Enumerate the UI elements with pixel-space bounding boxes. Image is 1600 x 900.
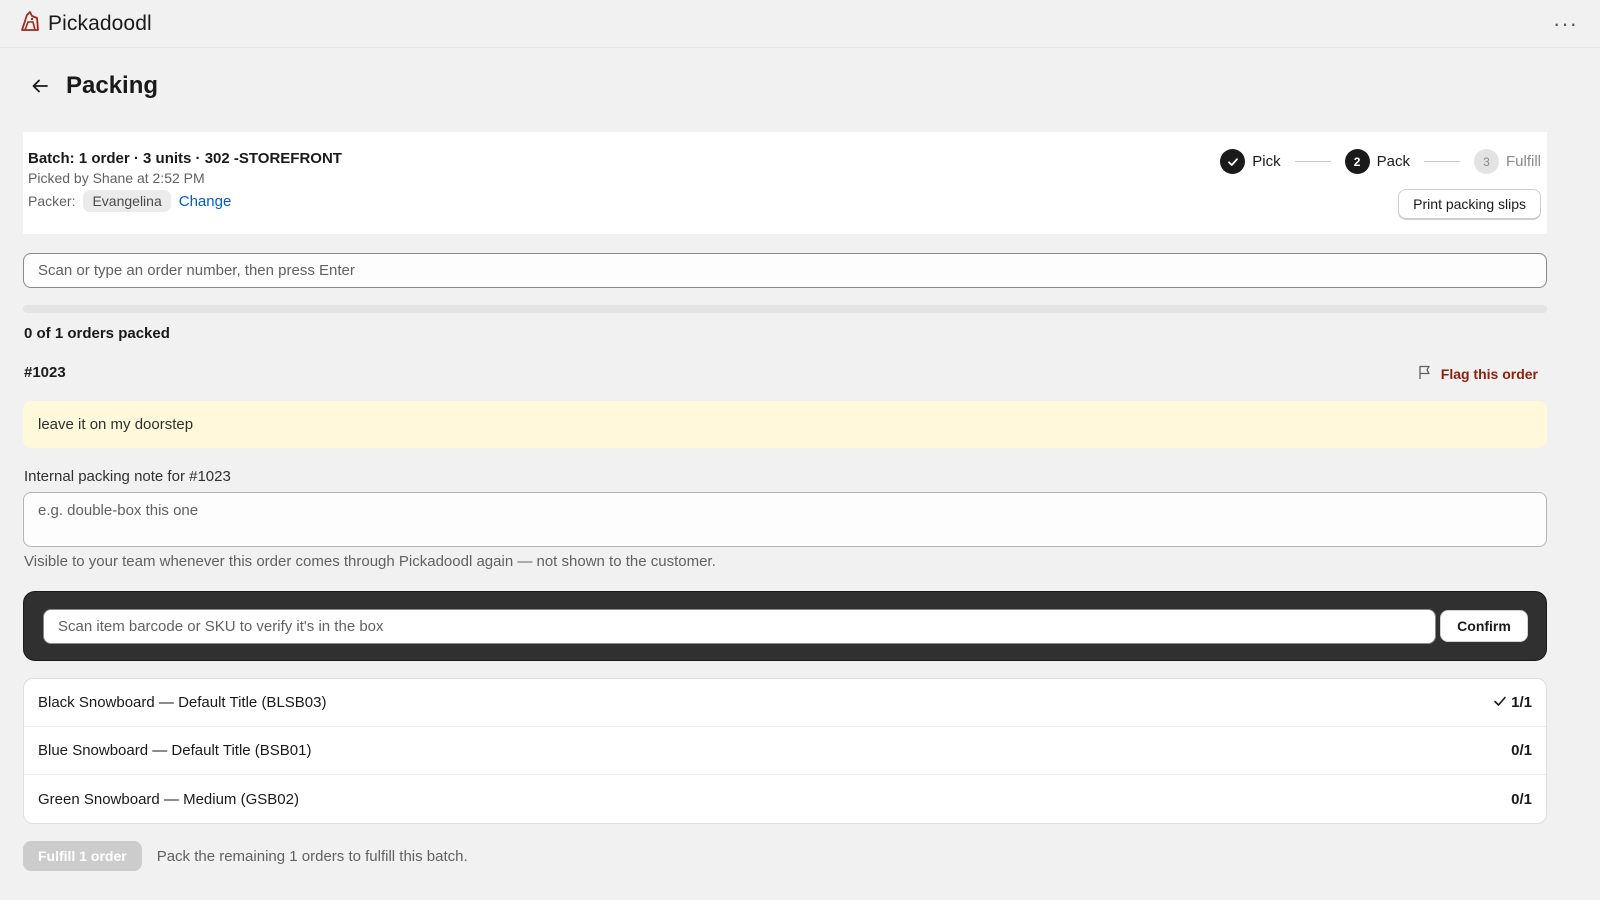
step-connector: [1294, 161, 1331, 162]
print-packing-slips-button[interactable]: Print packing slips: [1398, 189, 1541, 219]
fulfill-order-button[interactable]: Fulfill 1 order: [23, 841, 142, 871]
step-number: 2: [1344, 149, 1370, 174]
arrow-left-icon[interactable]: [28, 74, 52, 98]
packing-progress-bar: [23, 305, 1547, 313]
item-quantity: 1/1: [1493, 694, 1532, 712]
orders-packed-count: 0 of 1 orders packed: [24, 325, 170, 342]
step-fulfill: 3 Fulfill: [1473, 149, 1541, 174]
flag-icon: [1417, 364, 1433, 383]
footer-actions: Fulfill 1 order Pack the remaining 1 ord…: [23, 841, 468, 871]
app-name: Pickadoodl: [48, 11, 152, 35]
flag-order-label: Flag this order: [1440, 365, 1538, 382]
item-scan-panel: Confirm: [23, 591, 1547, 661]
item-scan-input[interactable]: [43, 609, 1436, 644]
list-item: Blue Snowboard — Default Title (BSB01) 0…: [24, 727, 1546, 775]
order-number: #1023: [24, 364, 66, 381]
step-pack: 2 Pack: [1344, 149, 1410, 174]
pickadoodl-logo-icon: [18, 9, 42, 38]
change-packer-link[interactable]: Change: [179, 193, 232, 210]
more-horizontal-icon[interactable]: ···: [1549, 9, 1582, 39]
step-label: Pack: [1376, 153, 1410, 170]
item-quantity: 0/1: [1511, 791, 1532, 808]
item-quantity-value: 1/1: [1511, 694, 1532, 711]
batch-card: Batch: 1 order · 3 units · 302 -STOREFRO…: [23, 132, 1547, 234]
internal-note-help: Visible to your team whenever this order…: [24, 553, 716, 570]
step-label: Fulfill: [1505, 153, 1541, 170]
footer-note: Pack the remaining 1 orders to fulfill t…: [156, 847, 468, 865]
list-item: Green Snowboard — Medium (GSB02) 0/1: [24, 775, 1546, 823]
page-header: Packing: [28, 72, 158, 100]
packer-label: Packer:: [28, 193, 76, 209]
item-quantity-value: 0/1: [1511, 742, 1532, 759]
packer-row: Packer: Evangelina Change: [28, 190, 1542, 212]
item-quantity: 0/1: [1511, 742, 1532, 759]
order-scan-input[interactable]: [23, 253, 1547, 288]
order-items-list: Black Snowboard — Default Title (BLSB03)…: [23, 678, 1547, 824]
item-name: Blue Snowboard — Default Title (BSB01): [38, 742, 312, 759]
step-label: Pick: [1252, 153, 1281, 170]
item-quantity-value: 0/1: [1511, 790, 1532, 808]
list-item: Black Snowboard — Default Title (BLSB03)…: [24, 679, 1546, 727]
confirm-button[interactable]: Confirm: [1440, 610, 1528, 642]
page-title: Packing: [66, 72, 159, 99]
step-number: 3: [1473, 149, 1499, 174]
flag-order-button[interactable]: Flag this order: [1417, 364, 1538, 383]
checkmark-icon: [1493, 694, 1507, 712]
internal-note-field[interactable]: [23, 492, 1547, 547]
brand: Pickadoodl: [18, 9, 152, 38]
customer-note-text: leave it on my doorstep: [38, 416, 194, 433]
progress-stepper: Pick 2 Pack 3 Fulfill: [1220, 149, 1541, 174]
customer-note-banner: leave it on my doorstep: [23, 401, 1547, 448]
checkmark-icon: [1220, 149, 1246, 174]
item-name: Green Snowboard — Medium (GSB02): [38, 790, 299, 808]
step-pick: Pick: [1220, 149, 1281, 174]
item-name: Black Snowboard — Default Title (BLSB03): [38, 694, 327, 711]
top-bar: Pickadoodl ···: [0, 0, 1600, 48]
internal-note-label: Internal packing note for #1023: [24, 468, 231, 485]
packer-badge: Evangelina: [83, 190, 171, 212]
step-connector: [1423, 161, 1460, 162]
